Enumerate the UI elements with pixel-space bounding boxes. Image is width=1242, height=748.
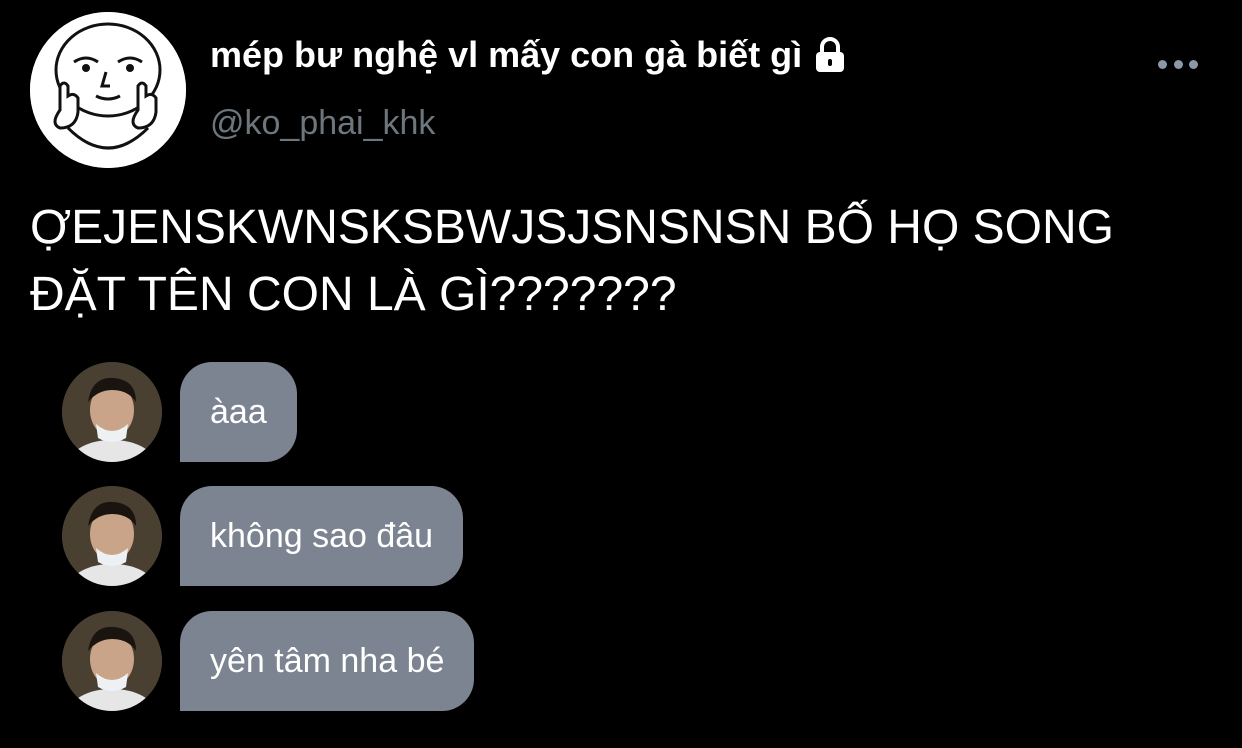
person-avatar-icon xyxy=(62,362,162,462)
chat-bubble: không sao đâu xyxy=(180,486,464,586)
chat-avatar xyxy=(62,362,162,462)
chat-message-row: yên tâm nha bé xyxy=(62,611,475,711)
more-options-icon[interactable] xyxy=(1158,54,1198,74)
tweet-text-line-1: ỢEJENSKWNSKSBWJSJSNSNSN BỐ HỌ SONG xyxy=(30,201,1114,254)
display-name[interactable]: mép bư nghệ vl mấy con gà biết gì xyxy=(210,34,850,76)
tweet-text: ỢEJENSKWNSKSBWJSJSNSNSN BỐ HỌ SONG ĐẶT T… xyxy=(30,194,1240,328)
chat-bubble: àaa xyxy=(180,362,297,462)
lock-icon xyxy=(810,35,850,75)
tweet-text-line-2: ĐẶT TÊN CON LÀ GÌ??????? xyxy=(30,268,677,321)
user-handle[interactable]: @ko_phai_khk xyxy=(210,104,435,143)
chat-message-row: không sao đâu xyxy=(62,486,464,586)
person-avatar-icon xyxy=(62,611,162,711)
chat-message-row: àaa xyxy=(62,362,297,462)
meme-face-avatar-icon xyxy=(30,12,186,168)
display-name-text: mép bư nghệ vl mấy con gà biết gì xyxy=(210,34,803,75)
chat-bubble-text: không sao đâu xyxy=(210,516,434,555)
chat-avatar xyxy=(62,611,162,711)
chat-bubble-text: àaa xyxy=(210,392,267,431)
profile-avatar[interactable] xyxy=(30,12,186,168)
chat-avatar xyxy=(62,486,162,586)
person-avatar-icon xyxy=(62,486,162,586)
chat-bubble-text: yên tâm nha bé xyxy=(210,641,445,680)
chat-bubble: yên tâm nha bé xyxy=(180,611,475,711)
